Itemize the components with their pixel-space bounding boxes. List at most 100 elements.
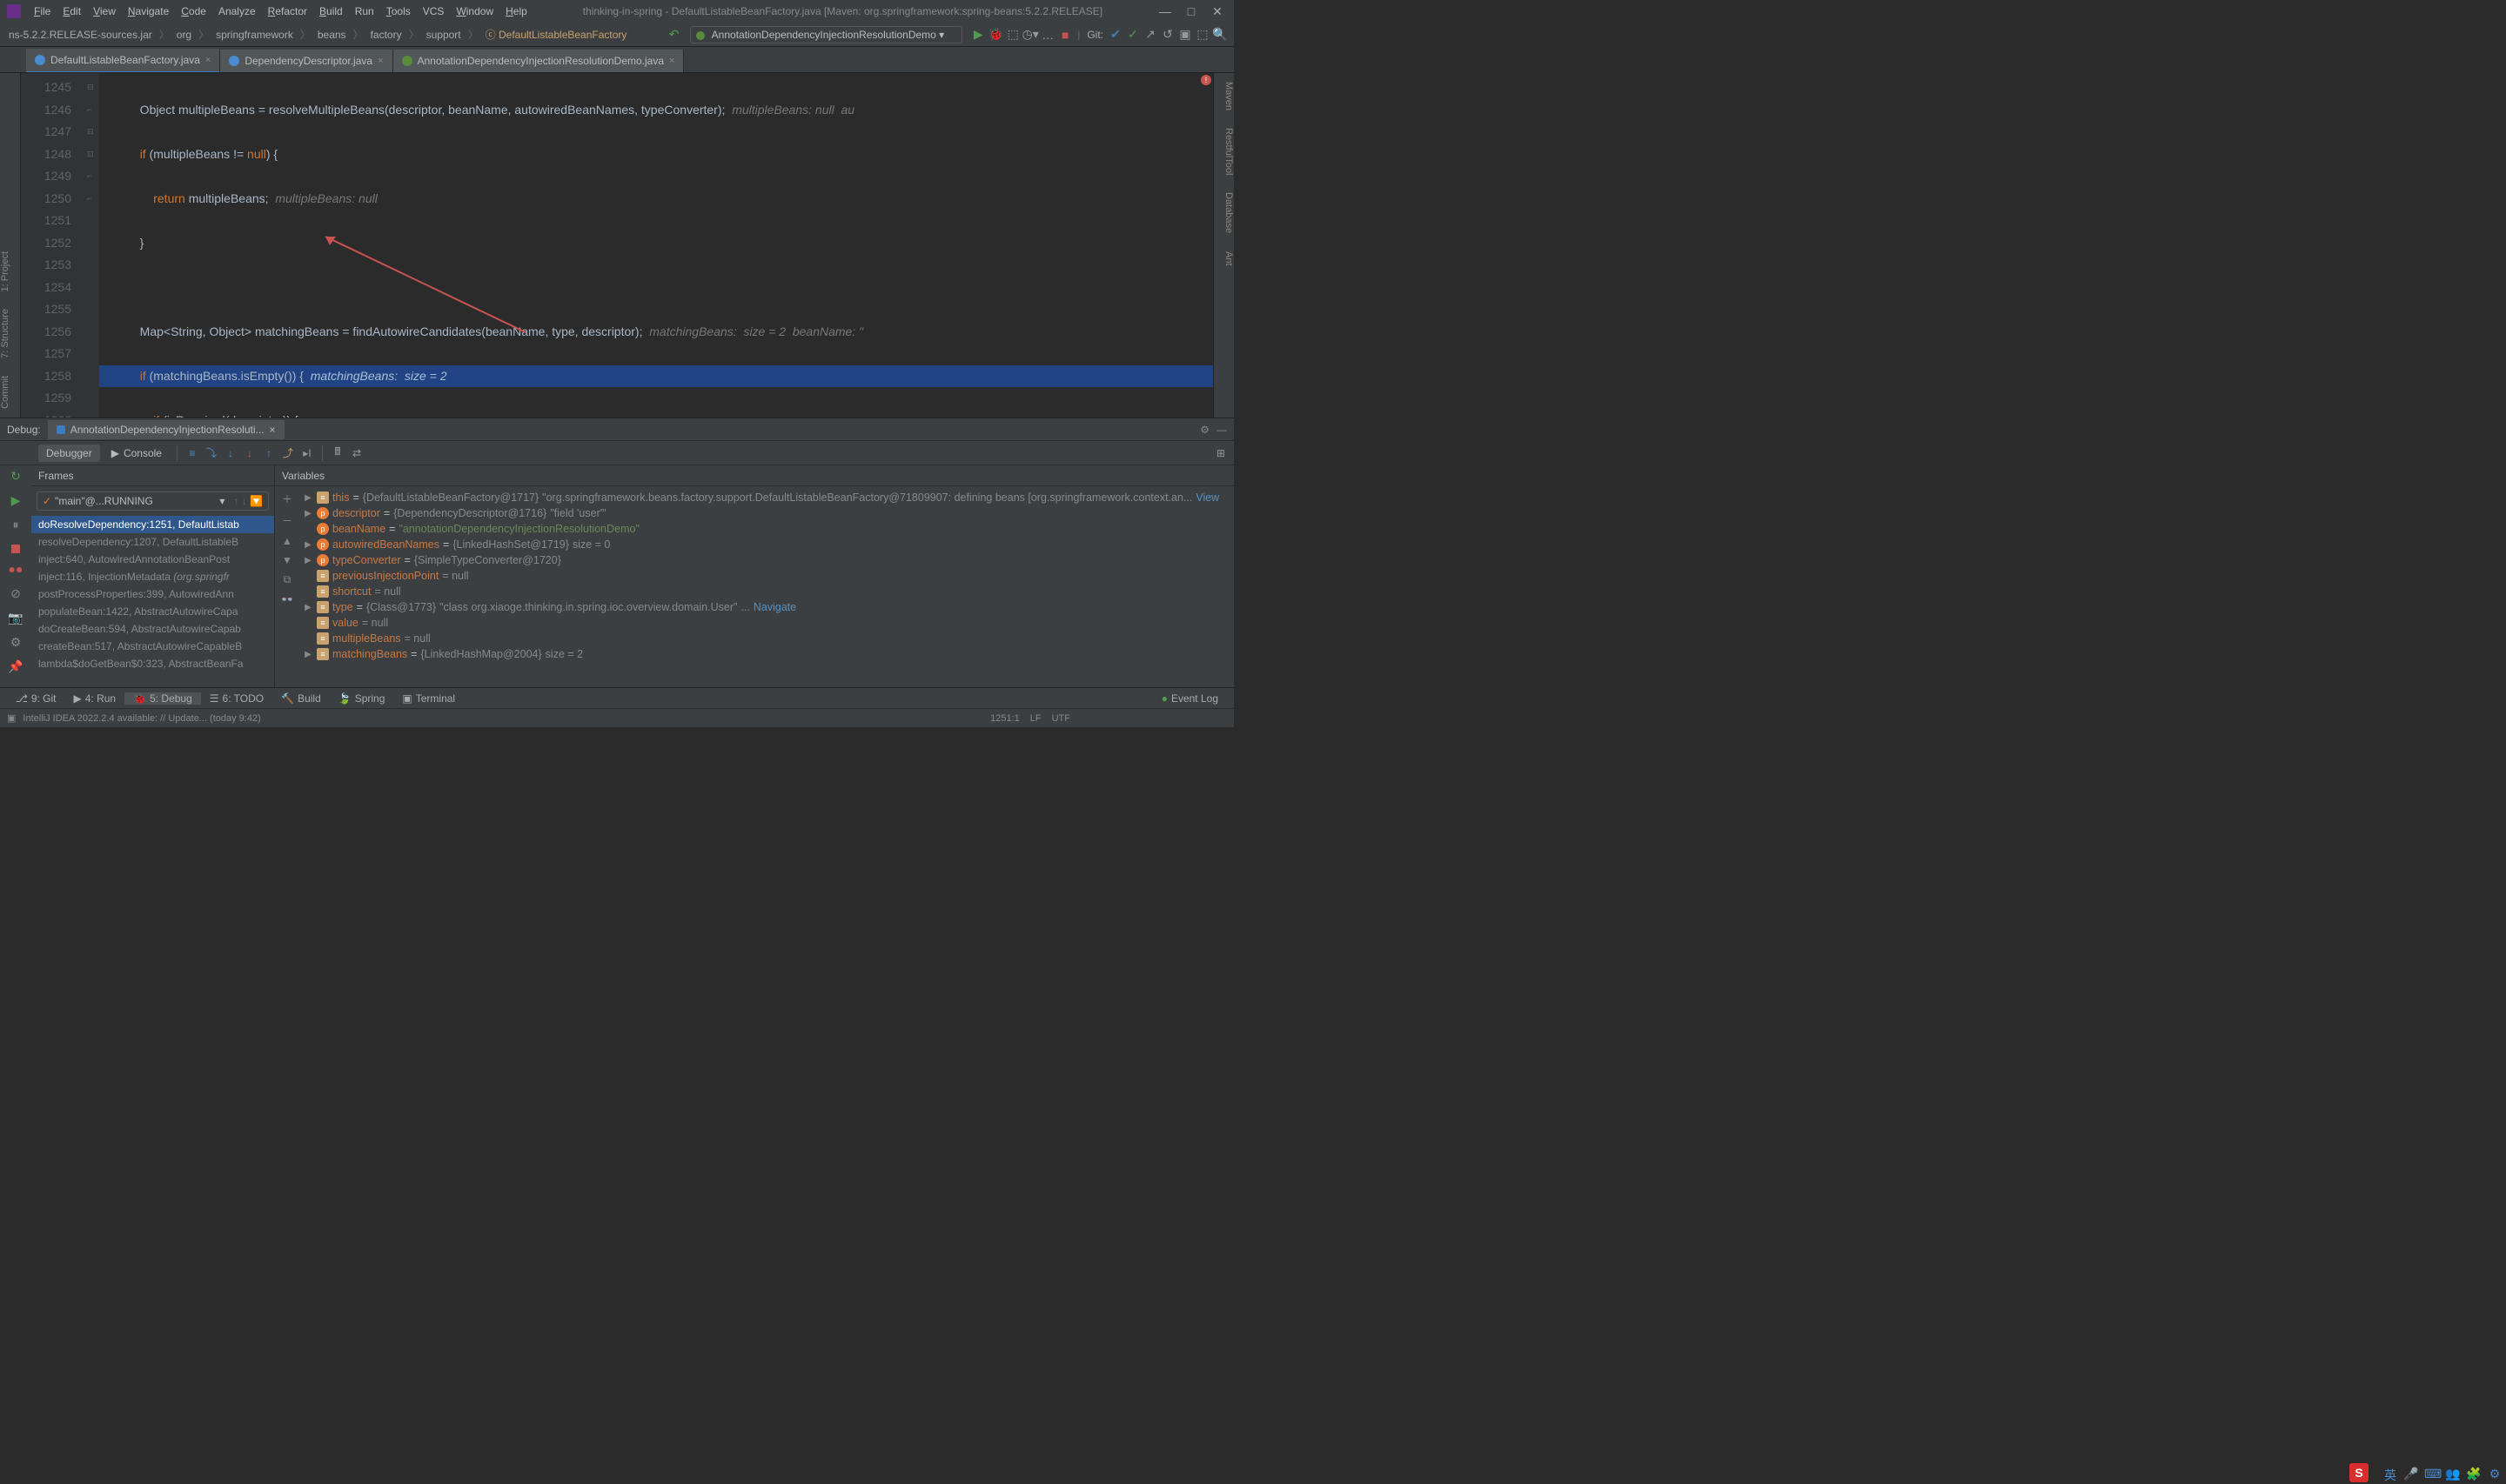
show-exec-point-icon[interactable]: ≡ [184, 447, 200, 459]
toolwindow-toggle-icon[interactable]: ▣ [7, 712, 16, 724]
frame-item[interactable]: postProcessProperties:399, AutowiredAnn [31, 585, 274, 603]
toolwindow-database[interactable]: Database [1214, 192, 1234, 233]
ide-settings-icon[interactable]: ⬚ [1194, 27, 1211, 42]
menu-build[interactable]: Build [313, 5, 349, 17]
toolwindow-structure[interactable]: 7: Structure [0, 309, 20, 358]
layout-icon[interactable]: ⊞ [1213, 447, 1229, 459]
close-button[interactable]: ✕ [1204, 4, 1230, 19]
menu-code[interactable]: Code [175, 5, 212, 17]
frames-list[interactable]: doResolveDependency:1251, DefaultListab … [31, 516, 274, 687]
status-git[interactable]: ⎇ 9: Git [7, 692, 65, 705]
variables-list[interactable]: ▶≡this = {DefaultListableBeanFactory@171… [299, 486, 1234, 687]
tab-dependencydescriptor[interactable]: DependencyDescriptor.java × [220, 50, 392, 72]
git-rollback-icon[interactable]: ▣ [1176, 27, 1194, 42]
breadcrumb-support[interactable]: support [423, 29, 465, 41]
menu-window[interactable]: Window [450, 5, 499, 17]
frame-item[interactable]: resolveDependency:1207, DefaultListableB [31, 533, 274, 551]
menu-help[interactable]: Help [499, 5, 533, 17]
breadcrumb-jar[interactable]: ns-5.2.2.RELEASE-sources.jar [5, 29, 156, 41]
up-icon[interactable]: ▲ [282, 535, 292, 547]
git-push-icon[interactable]: ↗ [1142, 27, 1159, 42]
drop-frame-icon[interactable]: ⤴ [280, 445, 296, 460]
step-into-icon[interactable]: ↓ [223, 447, 238, 459]
mute-breakpoints-icon[interactable]: ⊘ [8, 586, 23, 602]
copy-icon[interactable]: ⧉ [284, 573, 291, 586]
fold-column[interactable]: ⊟⌐ ⊟⊟⌐⌐ [87, 73, 99, 418]
breadcrumb-springframework[interactable]: springframework [212, 29, 297, 41]
step-over-icon[interactable]: ⤵ [204, 445, 219, 460]
code-content[interactable]: Object multipleBeans = resolveMultipleBe… [99, 73, 1213, 418]
coverage-icon[interactable]: ⬚ [1004, 27, 1022, 42]
debug-hide-icon[interactable]: — [1216, 424, 1227, 436]
toolwindow-project[interactable]: 1: Project [0, 251, 20, 291]
back-icon[interactable]: ↶ [666, 27, 683, 42]
status-debug[interactable]: 🐞 5: Debug [124, 692, 201, 705]
debug-settings-icon[interactable]: ⚙ [1200, 424, 1209, 436]
down-icon[interactable]: ▼ [282, 554, 292, 566]
git-update-icon[interactable]: ✔ [1107, 27, 1124, 42]
status-spring[interactable]: 🍃 Spring [330, 692, 394, 705]
breadcrumb-beans[interactable]: beans [314, 29, 350, 41]
rerun-icon[interactable]: ↻ [8, 469, 23, 485]
stop-debug-icon[interactable] [11, 545, 20, 553]
frame-item[interactable]: createBean:517, AbstractAutowireCapableB [31, 638, 274, 655]
menu-navigate[interactable]: Navigate [122, 5, 175, 17]
debugger-tab[interactable]: Debugger [38, 445, 100, 462]
breadcrumb-class[interactable]: ⓒ DefaultListableBeanFactory [482, 27, 631, 42]
tray-icon[interactable]: ⚙ [2487, 1467, 2503, 1482]
tray-icon[interactable]: 👥 [2445, 1467, 2461, 1482]
error-indicator-icon[interactable]: ! [1201, 75, 1211, 85]
view-link[interactable]: View [1196, 491, 1219, 504]
menu-file[interactable]: FFileile [28, 5, 57, 17]
minimize-button[interactable]: — [1152, 4, 1178, 18]
close-session-icon[interactable]: × [270, 424, 276, 436]
frame-item[interactable]: inject:116, InjectionMetadata (org.sprin… [31, 568, 274, 585]
tab-defaultlistablebeanfactory[interactable]: DefaultListableBeanFactory.java × [26, 49, 220, 72]
menu-tools[interactable]: Tools [380, 5, 417, 17]
force-step-into-icon[interactable]: ↓ [242, 447, 258, 459]
menu-vcs[interactable]: VCS [417, 5, 451, 17]
toolwindow-restfultool[interactable]: RestfulTool [1214, 128, 1234, 175]
stop-icon[interactable]: ■ [1056, 28, 1074, 42]
tray-icon[interactable]: 🎤 [2403, 1467, 2419, 1482]
console-tab[interactable]: ▶ Console [104, 445, 170, 462]
file-encoding[interactable]: UTF [1052, 713, 1070, 724]
status-message[interactable]: IntelliJ IDEA 2022.2.4 available: // Upd… [23, 713, 260, 724]
line-ending[interactable]: LF [1030, 713, 1042, 724]
git-commit-icon[interactable]: ✓ [1124, 27, 1142, 42]
breakpoints-icon[interactable]: ●● [8, 562, 23, 578]
breadcrumb-factory[interactable]: factory [367, 29, 405, 41]
evaluate-icon[interactable]: 🖩 [330, 444, 345, 462]
menu-run[interactable]: Run [349, 5, 380, 17]
status-todo[interactable]: ☰ 6: TODO [201, 692, 272, 705]
menu-refactor[interactable]: Refactor [262, 5, 313, 17]
toolwindow-maven[interactable]: Maven [1214, 82, 1234, 110]
close-tab-icon[interactable]: × [378, 56, 383, 66]
close-tab-icon[interactable]: × [669, 56, 674, 66]
breadcrumb-org[interactable]: org [173, 29, 195, 41]
status-event-log[interactable]: ● Event Log [1153, 692, 1227, 705]
status-run[interactable]: ▶ 4: Run [65, 692, 125, 705]
debug-settings-icon[interactable]: ⚙ [8, 635, 23, 651]
profile-icon[interactable]: ◷▾ [1022, 27, 1039, 42]
tray-icon[interactable]: ⌨ [2424, 1467, 2440, 1482]
pin-icon[interactable]: 📌 [8, 659, 23, 675]
run-icon[interactable]: ▶ [969, 27, 987, 42]
frame-item[interactable]: doResolveDependency:1251, DefaultListab [31, 516, 274, 533]
debug-icon[interactable]: 🐞 [987, 27, 1004, 42]
add-watch-icon[interactable]: ＋ [282, 491, 292, 506]
menu-view[interactable]: View [87, 5, 122, 17]
pause-icon[interactable]: ⏸ [8, 518, 23, 533]
search-everywhere-icon[interactable]: 🔍 [1211, 27, 1229, 42]
trace-icon[interactable]: ⇄ [349, 447, 365, 459]
status-terminal[interactable]: ▣ Terminal [393, 692, 464, 705]
run-to-cursor-icon[interactable]: ▸I [299, 447, 315, 459]
remove-watch-icon[interactable]: － [282, 513, 292, 528]
menu-analyze[interactable]: Analyze [212, 5, 262, 17]
resume-icon[interactable]: ▶ [8, 493, 23, 509]
ime-lang-icon[interactable]: 英 [2382, 1467, 2398, 1482]
frame-item[interactable]: inject:640, AutowiredAnnotationBeanPost [31, 551, 274, 568]
frame-item[interactable]: populateBean:1422, AbstractAutowireCapa [31, 603, 274, 620]
attach-icon[interactable]: … [1039, 28, 1056, 42]
run-configuration-dropdown[interactable]: AnnotationDependencyInjectionResolutionD… [690, 26, 963, 43]
